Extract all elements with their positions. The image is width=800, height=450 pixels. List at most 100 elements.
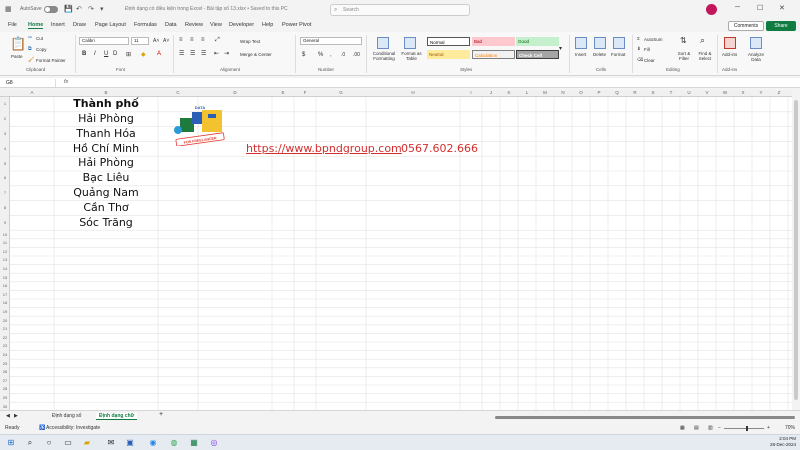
analyze-data-button[interactable]: Analyze Data	[746, 52, 766, 62]
vertical-scroll-thumb[interactable]	[794, 100, 798, 400]
copy-button[interactable]: Copy	[36, 47, 47, 52]
tab-insert[interactable]: Insert	[51, 22, 65, 28]
column-header[interactable]: J	[482, 90, 500, 95]
align-left-icon[interactable]: ☰	[179, 50, 184, 57]
app-taskbar-icon[interactable]: ◎	[208, 437, 220, 449]
wrap-text-button[interactable]: Wrap Text	[240, 39, 260, 44]
cut-button[interactable]: Cut	[36, 36, 43, 41]
row-header[interactable]: 23	[0, 343, 10, 348]
windows-start-icon[interactable]: ⊞	[5, 437, 17, 449]
row-header[interactable]: 11	[0, 240, 10, 245]
zoom-in-icon[interactable]: +	[767, 425, 770, 431]
city-cell[interactable]: Cần Thơ	[54, 201, 158, 214]
row-header[interactable]: 17	[0, 292, 10, 297]
shrink-font-icon[interactable]: A˅	[163, 38, 169, 44]
font-size-select[interactable]: 11	[131, 37, 149, 45]
column-header[interactable]: F	[294, 90, 316, 95]
column-header[interactable]: N	[554, 90, 572, 95]
align-right-icon[interactable]: ☰	[201, 50, 206, 57]
paste-icon[interactable]: 📋	[10, 36, 26, 52]
page-break-view-icon[interactable]: ▥	[708, 425, 713, 431]
decrease-decimal-icon[interactable]: .00	[353, 52, 360, 58]
font-name-select[interactable]: Calibri	[79, 37, 129, 45]
row-header[interactable]: 18	[0, 300, 10, 305]
font-color-icon[interactable]: A	[157, 51, 161, 57]
cell-b1-header[interactable]: Thành phố	[54, 97, 158, 110]
system-clock[interactable]: 2:04 PM 28-Dec-2024	[770, 436, 796, 448]
prev-sheet-icon[interactable]: ◀	[6, 413, 10, 419]
cell-style-option[interactable]: Calculation	[472, 50, 515, 59]
row-header[interactable]: 29	[0, 395, 10, 400]
zoom-out-icon[interactable]: −	[718, 425, 721, 431]
row-header[interactable]: 20	[0, 318, 10, 323]
find-select-button[interactable]: Find & Select	[695, 51, 715, 61]
name-box[interactable]: G8	[4, 79, 56, 87]
customize-toolbar-icon[interactable]: ▾	[100, 5, 104, 13]
row-header[interactable]: 21	[0, 326, 10, 331]
city-cell[interactable]: Hải Phòng	[54, 156, 158, 169]
accounting-format-icon[interactable]: $	[302, 52, 305, 58]
column-header[interactable]: T	[662, 90, 680, 95]
row-header[interactable]: 4	[0, 146, 10, 151]
column-header[interactable]: Q	[608, 90, 626, 95]
fill-color-icon[interactable]: ◆	[141, 51, 146, 58]
double-underline-icon[interactable]: D	[113, 51, 117, 57]
next-sheet-icon[interactable]: ▶	[14, 413, 18, 419]
search-input[interactable]: ⌕ Search	[330, 4, 470, 16]
column-header[interactable]: H	[366, 90, 460, 95]
excel-taskbar-icon[interactable]: ▦	[188, 437, 200, 449]
close-icon[interactable]: ✕	[779, 4, 785, 12]
orientation-icon[interactable]: ⤢	[215, 37, 220, 44]
tab-help[interactable]: Help	[262, 22, 273, 28]
page-layout-view-icon[interactable]: ▤	[694, 425, 699, 431]
align-top-icon[interactable]: ≡	[179, 37, 183, 43]
cell-style-option[interactable]: Check Cell	[516, 50, 559, 59]
row-header[interactable]: 15	[0, 275, 10, 280]
cell-style-option[interactable]: Neutral	[427, 50, 470, 59]
tab-file[interactable]: File	[8, 22, 17, 28]
zoom-app-icon[interactable]: ▣	[124, 437, 136, 449]
align-middle-icon[interactable]: ≡	[190, 37, 194, 43]
tab-data[interactable]: Data	[165, 22, 177, 28]
tab-power-pivot[interactable]: Power Pivot	[282, 22, 311, 28]
accessibility-status[interactable]: Accessibility: Investigate	[46, 425, 100, 431]
worksheet-grid[interactable]: ABCDEFGHIJKLMNOPQRSTUVWXYZAAABAC 1234567…	[0, 90, 792, 410]
cell-style-option[interactable]: Bad	[472, 37, 515, 46]
column-header[interactable]: W	[716, 90, 734, 95]
number-format-select[interactable]: General	[300, 37, 362, 45]
search-icon[interactable]: ⌕	[24, 437, 36, 449]
column-header[interactable]: Y	[752, 90, 770, 95]
column-header[interactable]: Z	[770, 90, 788, 95]
row-header[interactable]: 5	[0, 161, 10, 166]
row-header[interactable]: 25	[0, 361, 10, 366]
city-cell[interactable]: Hải Phòng	[54, 112, 158, 125]
italic-icon[interactable]: I	[94, 51, 96, 57]
widgets-icon[interactable]: ▭	[62, 437, 74, 449]
comments-button[interactable]: Comments	[728, 21, 764, 31]
row-header[interactable]: 30	[0, 404, 10, 409]
row-header[interactable]: 16	[0, 283, 10, 288]
column-header[interactable]: E	[272, 90, 294, 95]
conditional-formatting-button[interactable]: Conditional Formatting	[369, 51, 399, 61]
column-header[interactable]: X	[734, 90, 752, 95]
column-header[interactable]: V	[698, 90, 716, 95]
save-icon[interactable]: 💾	[64, 5, 73, 13]
vertical-scrollbar[interactable]	[792, 90, 800, 410]
styles-more-icon[interactable]: ▾	[559, 45, 562, 52]
column-header[interactable]: P	[590, 90, 608, 95]
maximize-icon[interactable]: ☐	[757, 4, 763, 12]
merge-center-button[interactable]: Merge & Center	[240, 52, 272, 57]
row-header[interactable]: 10	[0, 232, 10, 237]
increase-indent-icon[interactable]: ⇥	[224, 50, 229, 57]
column-header[interactable]: U	[680, 90, 698, 95]
city-cell[interactable]: Hồ Chí Minh	[54, 142, 158, 155]
column-header[interactable]: S	[644, 90, 662, 95]
grow-font-icon[interactable]: A˄	[153, 38, 159, 44]
cell-style-option[interactable]: Good	[516, 37, 559, 46]
column-header[interactable]: G	[316, 90, 366, 95]
add-ins-button[interactable]: Add-ins	[722, 52, 737, 57]
share-button[interactable]: Share	[766, 21, 796, 31]
delete-button[interactable]: Delete	[593, 52, 606, 57]
zoom-slider-thumb[interactable]	[746, 426, 748, 431]
column-header[interactable]: M	[536, 90, 554, 95]
